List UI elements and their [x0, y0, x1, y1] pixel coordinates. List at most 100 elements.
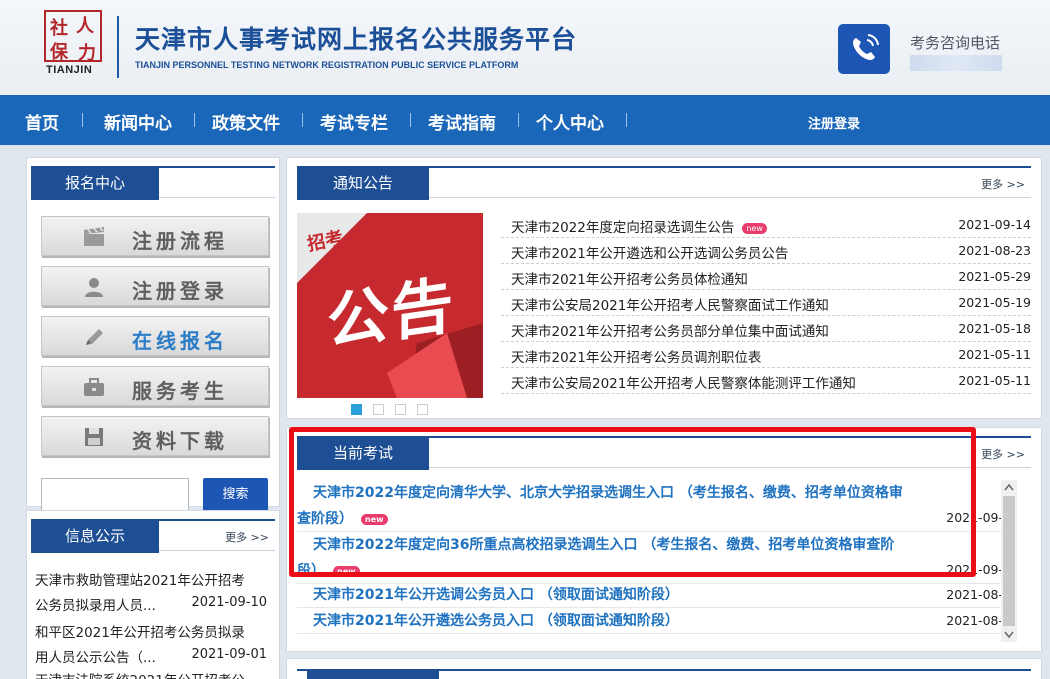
carousel-dot[interactable] [417, 404, 428, 415]
info-item-title[interactable]: 公务员拟录用人员... [35, 594, 156, 614]
button-label: 资料下载 [132, 429, 228, 453]
site-header: 社 人 保 力 TIANJIN 天津市人事考试网上报名公共服务平台 TIANJI… [0, 0, 1050, 95]
search-input[interactable] [41, 478, 189, 511]
exam-date: 2021-08- [946, 587, 1003, 602]
exam-title[interactable]: 天津市2021年公开遴选公务员入口 （领取面试通知阶段） [297, 608, 1003, 634]
nav-separator [82, 113, 83, 127]
header-divider [117, 16, 119, 78]
notice-title[interactable]: 天津市2021年公开招考公务员部分单位集中面试通知 [511, 320, 829, 340]
notice-panel: 通知公告 更多 >> 招考 公告 天津市2022年度定向招录选调生公告 new 2… [286, 157, 1042, 419]
banner-big-text: 公告 [327, 268, 456, 359]
bottom-panel-partial [286, 658, 1042, 679]
site-logo[interactable]: 社 人 保 力 TIANJIN [44, 10, 106, 78]
panel-header: 通知公告 更多 >> [297, 166, 1031, 200]
info-item-title[interactable]: 天津市法院系统2021年公开招考公 [35, 669, 245, 679]
exam-title[interactable]: 天津市2021年公开选调公务员入口 （领取面试通知阶段） [297, 582, 1003, 608]
panel-tab-partial [307, 671, 439, 679]
info-item-title[interactable]: 天津市救助管理站2021年公开招考 [35, 569, 245, 589]
button-label: 注册登录 [132, 279, 228, 303]
notice-item[interactable]: 天津市2021年公开遴选和公开选调公务员公告 2021-08-23 [501, 238, 1031, 264]
notice-date: 2021-05-29 [958, 269, 1031, 284]
notice-title[interactable]: 天津市2021年公开招考公务员调剂职位表 [511, 346, 761, 366]
register-process-button[interactable]: 注册流程 [41, 216, 269, 256]
register-login-button[interactable]: 注册登录 [41, 266, 269, 306]
notice-item[interactable]: 天津市2021年公开招考公务员部分单位集中面试通知 2021-05-18 [501, 316, 1031, 342]
nav-login-link[interactable]: 注册登录 [808, 113, 860, 132]
info-item-date: 2021-09-10 [191, 595, 267, 610]
panel-title: 信息公示 [31, 521, 159, 553]
notice-item[interactable]: 天津市公安局2021年公开招考人民警察面试工作通知 2021-05-19 [501, 290, 1031, 316]
notice-title[interactable]: 天津市2021年公开遴选和公开选调公务员公告 [511, 242, 788, 262]
nav-guide[interactable]: 考试指南 [428, 109, 496, 134]
notice-date: 2021-05-19 [958, 295, 1031, 310]
new-badge: new [742, 222, 767, 234]
clapper-icon [82, 227, 106, 247]
phone-icon [838, 24, 890, 74]
user-icon [82, 277, 106, 297]
scroll-thumb[interactable] [1003, 496, 1015, 626]
notice-date: 2021-09-14 [958, 217, 1031, 232]
nav-news[interactable]: 新闻中心 [104, 109, 172, 134]
notice-item[interactable]: 天津市公安局2021年公开招考人民警察体能测评工作通知 2021-05-11 [501, 368, 1031, 394]
notice-date: 2021-05-18 [958, 321, 1031, 336]
info-item-date: 2021-09-01 [191, 647, 267, 662]
notice-item[interactable]: 天津市2021年公开招考公务员调剂职位表 2021-05-11 [501, 342, 1031, 368]
button-label: 在线报名 [132, 329, 228, 353]
pencil-icon [82, 327, 106, 347]
nav-home[interactable]: 首页 [25, 109, 59, 134]
exam-entry-link[interactable]: 天津市2021年公开遴选公务员入口 （领取面试通知阶段） 2021-08- [297, 608, 1003, 634]
notice-item[interactable]: 天津市2022年度定向招录选调生公告 new 2021-09-14 [501, 212, 1031, 238]
nav-separator [194, 113, 195, 127]
panel-header: 报名中心 [31, 166, 275, 200]
phone-number-blurred [910, 55, 1002, 71]
button-label: 服务考生 [132, 379, 228, 403]
search-button[interactable]: 搜索 [203, 478, 268, 511]
nav-separator [410, 113, 411, 127]
logo-text: TIANJIN [46, 64, 93, 76]
carousel-dot[interactable] [373, 404, 384, 415]
exam-date: 2021-08- [946, 613, 1003, 628]
serve-candidates-button[interactable]: 服务考生 [41, 366, 269, 406]
nav-exams[interactable]: 考试专栏 [320, 109, 388, 134]
notice-title[interactable]: 天津市2021年公开招考公务员体检通知 [511, 268, 748, 288]
notice-item[interactable]: 天津市2021年公开招考公务员体检通知 2021-05-29 [501, 264, 1031, 290]
carousel-dot-active[interactable] [351, 404, 362, 415]
main-nav: 首页 新闻中心 政策文件 考试专栏 考试指南 个人中心 注册登录 [0, 95, 1050, 145]
panel-title: 通知公告 [297, 168, 429, 200]
briefcase-icon [82, 377, 106, 397]
scroll-up-icon[interactable] [1004, 483, 1014, 491]
nav-separator [302, 113, 303, 127]
logo-seal: 社 人 保 力 [44, 10, 102, 64]
site-title: 天津市人事考试网上报名公共服务平台 [135, 25, 578, 54]
button-label: 注册流程 [132, 229, 228, 253]
notice-title[interactable]: 天津市公安局2021年公开招考人民警察面试工作通知 [511, 294, 829, 314]
info-item-title[interactable]: 用人员公示公告（... [35, 646, 156, 666]
download-materials-button[interactable]: 资料下载 [41, 416, 269, 456]
exam-list-scrollbar[interactable] [1001, 480, 1017, 642]
info-item-title[interactable]: 和平区2021年公开招考公务员拟录 [35, 621, 245, 641]
highlight-box [289, 427, 976, 577]
notice-title[interactable]: 天津市2022年度定向招录选调生公告 [511, 220, 734, 236]
carousel-dot[interactable] [395, 404, 406, 415]
nav-personal[interactable]: 个人中心 [536, 109, 604, 134]
panel-title: 报名中心 [31, 168, 159, 200]
site-subtitle: TIANJIN PERSONNEL TESTING NETWORK REGIST… [135, 60, 519, 70]
more-link[interactable]: 更多 >> [981, 446, 1025, 462]
notice-banner-image[interactable]: 招考 公告 [297, 213, 483, 398]
info-public-panel: 信息公示 更多 >> 天津市救助管理站2021年公开招考 公务员拟录用人员...… [26, 510, 280, 679]
phone-label: 考务咨询电话 [910, 34, 1001, 52]
online-signup-button[interactable]: 在线报名 [41, 316, 269, 356]
more-link[interactable]: 更多 >> [225, 529, 269, 545]
more-link[interactable]: 更多 >> [981, 176, 1025, 192]
floppy-icon [82, 427, 106, 447]
nav-policy[interactable]: 政策文件 [212, 109, 280, 134]
notice-date: 2021-05-11 [958, 347, 1031, 362]
notice-date: 2021-08-23 [958, 243, 1031, 258]
signup-center-panel: 报名中心 注册流程 注册登录 在线报名 服务考生 资料下载 搜索 [26, 157, 280, 511]
exam-entry-link[interactable]: 天津市2021年公开选调公务员入口 （领取面试通知阶段） 2021-08- [297, 582, 1003, 608]
notice-date: 2021-05-11 [958, 373, 1031, 388]
notice-title[interactable]: 天津市公安局2021年公开招考人民警察体能测评工作通知 [511, 372, 856, 392]
nav-separator [518, 113, 519, 127]
nav-separator [626, 113, 627, 127]
scroll-down-icon[interactable] [1004, 631, 1014, 639]
